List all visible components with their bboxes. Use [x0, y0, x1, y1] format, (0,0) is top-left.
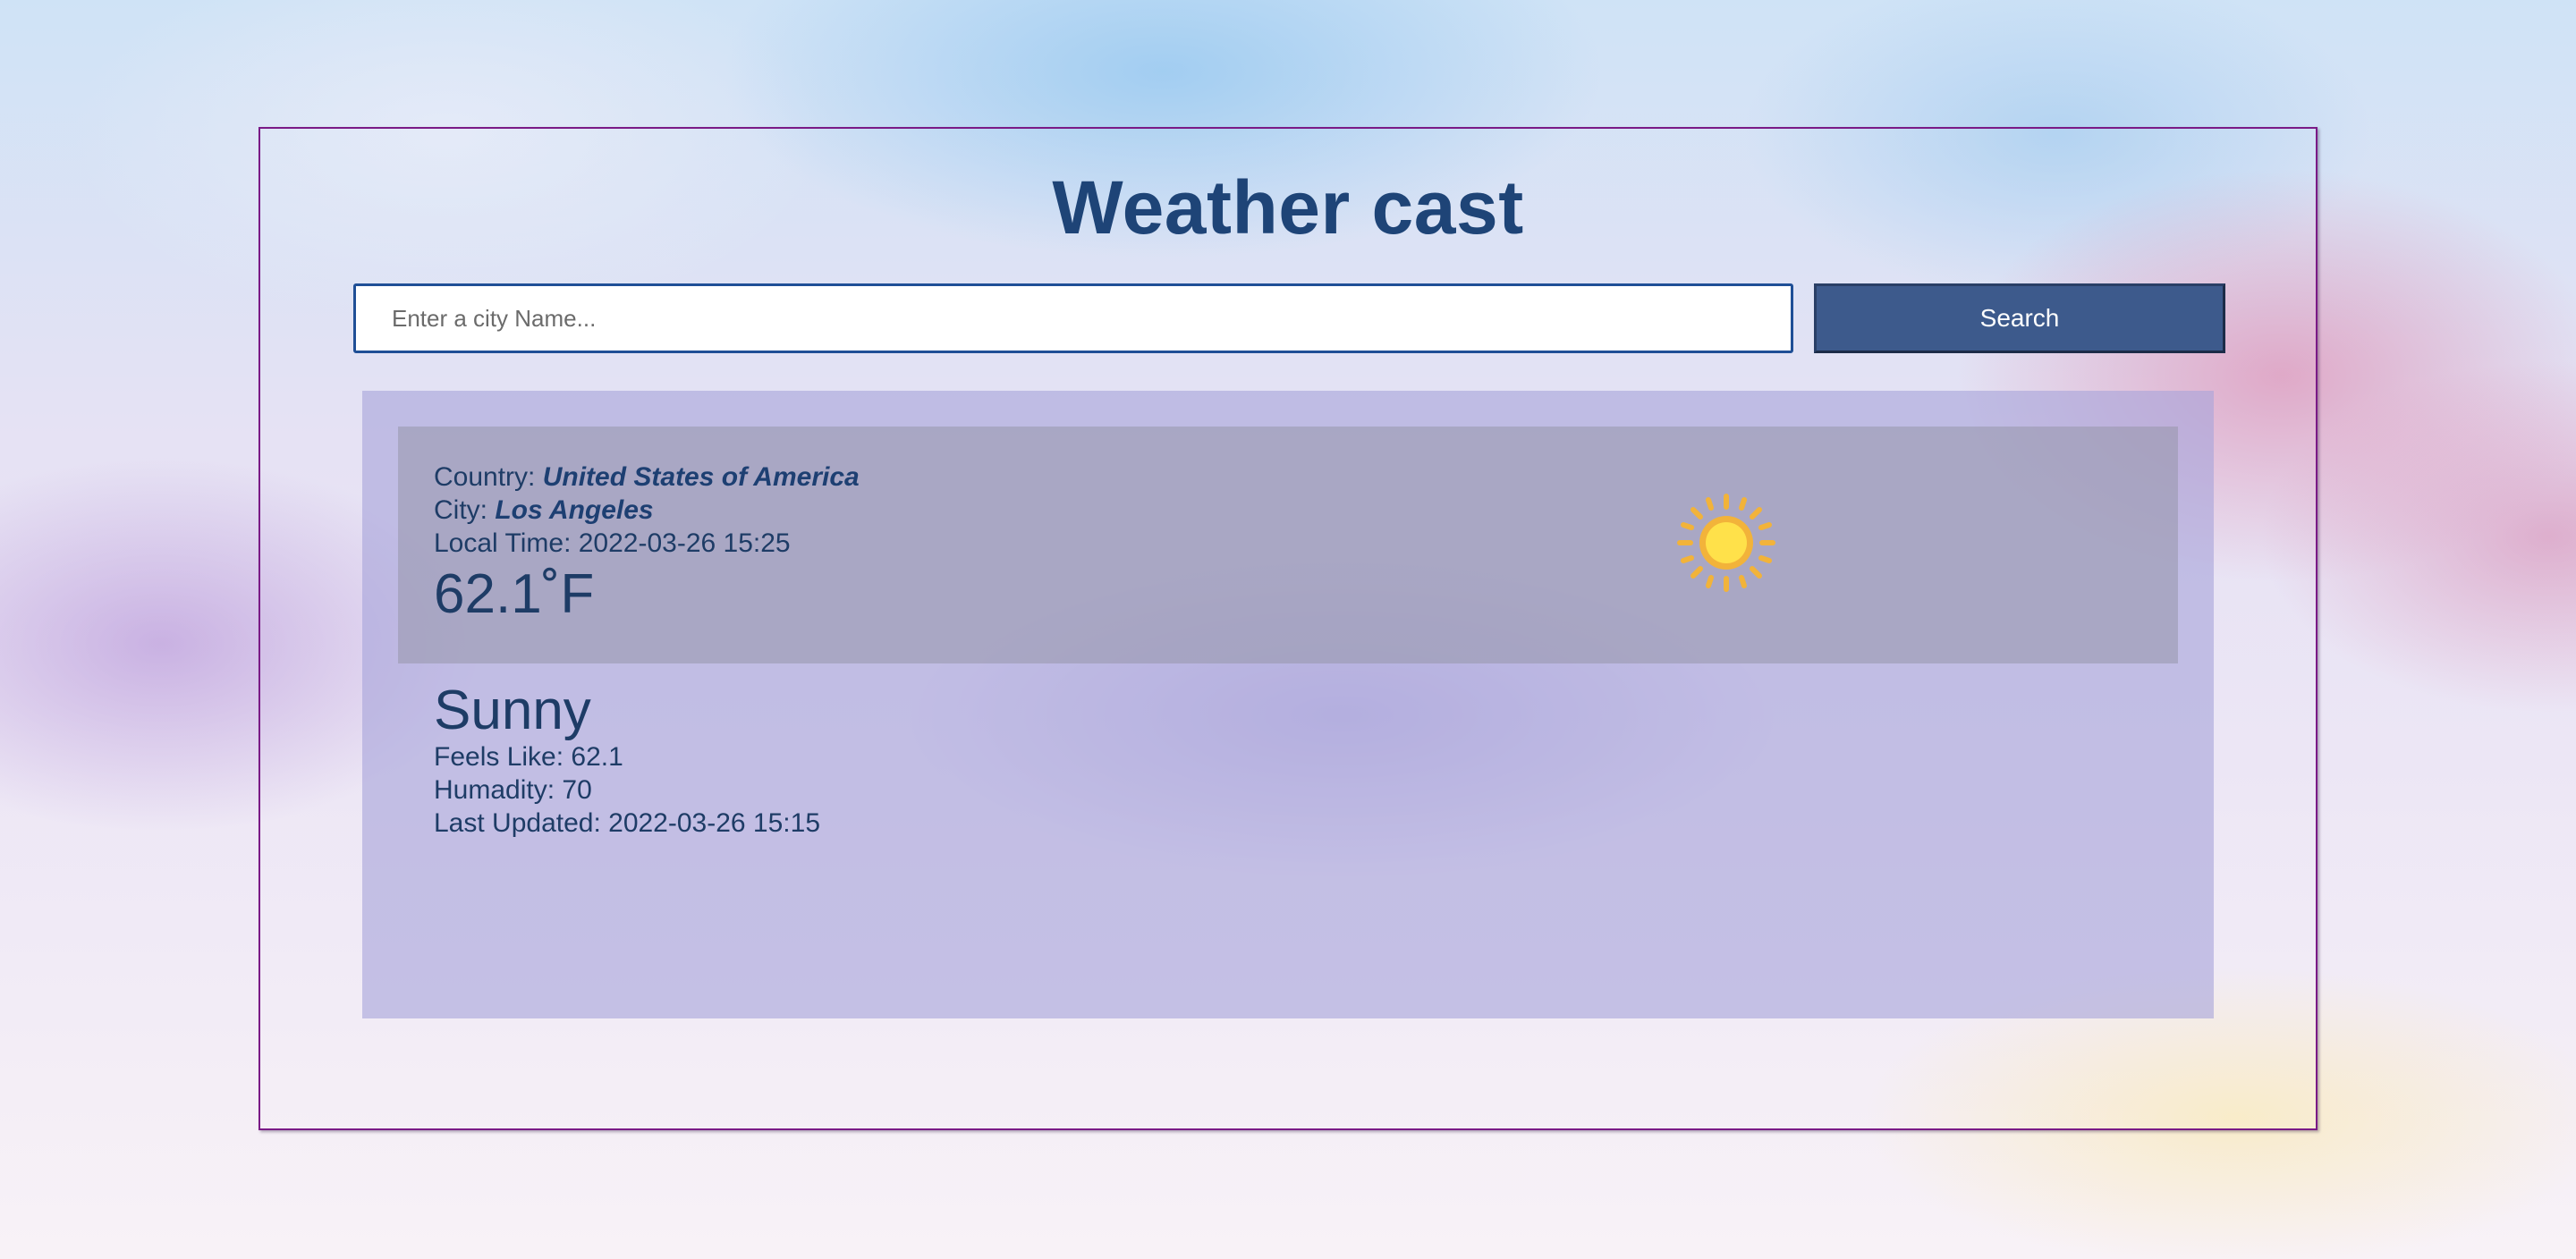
sun-icon [1677, 494, 1775, 592]
weather-condition: Sunny [434, 680, 591, 741]
humidity: Humadity: 70 [434, 775, 592, 805]
country-line: Country: United States of America [434, 462, 860, 493]
feels-like: Feels Like: 62.1 [434, 742, 623, 772]
page-title: Weather cast [1052, 165, 1524, 249]
city-label: City: [434, 495, 496, 525]
city-value: Los Angeles [495, 495, 654, 525]
current-weather-card: Country: United States of America City: … [398, 427, 2178, 663]
country-label: Country: [434, 462, 543, 492]
temperature: 62.1˚F [434, 563, 595, 625]
city-line: City: Los Angeles [434, 495, 654, 526]
local-time: Local Time: 2022-03-26 15:25 [434, 528, 791, 558]
last-updated: Last Updated: 2022-03-26 15:15 [434, 808, 820, 838]
city-search-input[interactable] [353, 283, 1793, 353]
search-button[interactable]: Search [1814, 283, 2225, 353]
weather-results-panel: Country: United States of America City: … [362, 391, 2214, 1018]
app-frame: Weather cast Search Country: United Stat… [258, 127, 2318, 1130]
country-value: United States of America [542, 462, 860, 492]
